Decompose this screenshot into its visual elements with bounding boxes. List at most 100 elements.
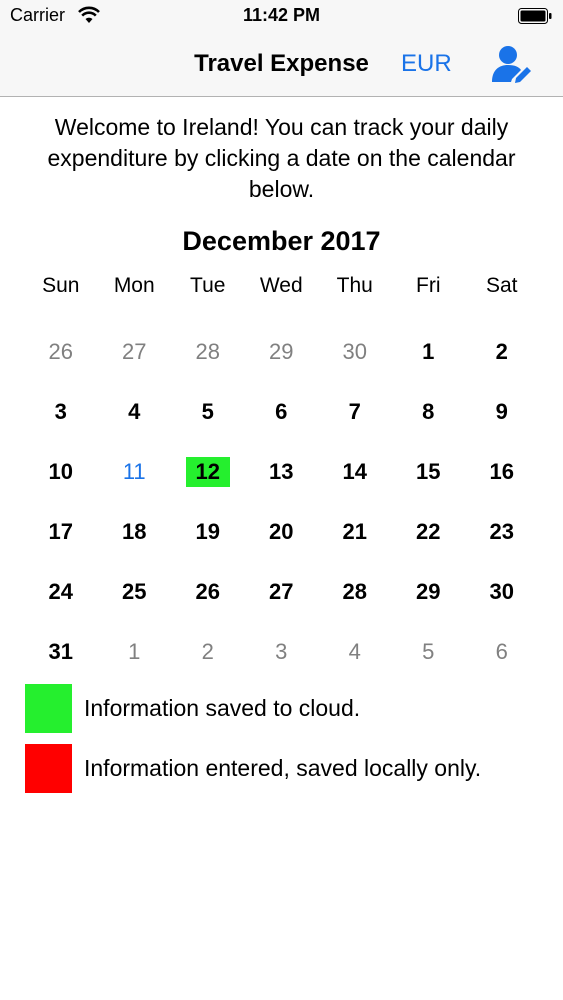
weekday-label: Tue (190, 274, 226, 297)
calendar-day-number: 25 (122, 579, 147, 604)
calendar-day[interactable]: 4 (318, 622, 392, 682)
calendar-day[interactable]: 28 (318, 562, 392, 622)
calendar-day[interactable]: 12 (171, 442, 245, 502)
calendar-week-row: 3 4 5 6 7 8 9 (24, 382, 539, 442)
calendar-day[interactable]: 29 (245, 322, 319, 382)
calendar-day[interactable]: 17 (24, 502, 98, 562)
calendar-day[interactable]: 26 (171, 562, 245, 622)
navigation-bar: Travel Expense EUR (0, 32, 563, 97)
calendar-day[interactable]: 8 (392, 382, 466, 442)
calendar-day[interactable]: 31 (24, 622, 98, 682)
calendar-day-number: 26 (195, 579, 220, 604)
calendar-day[interactable]: 1 (98, 622, 172, 682)
calendar-day[interactable]: 3 (24, 382, 98, 442)
cloud-saved-swatch (25, 684, 72, 733)
calendar-month-title: December 2017 (182, 226, 381, 256)
calendar-day[interactable]: 18 (98, 502, 172, 562)
calendar-day[interactable]: 4 (98, 382, 172, 442)
calendar-day[interactable]: 20 (245, 502, 319, 562)
calendar-day[interactable]: 16 (465, 442, 539, 502)
calendar-day-number: 11 (122, 459, 146, 484)
calendar-day-number: 6 (495, 639, 508, 664)
calendar-day-number: 27 (122, 339, 147, 364)
calendar-day-number: 23 (489, 519, 514, 544)
weekday-label: Sun (42, 274, 80, 297)
calendar-day[interactable]: 2 (465, 322, 539, 382)
legend: Information saved to cloud. Information … (25, 684, 481, 804)
calendar-day-number: 26 (48, 339, 73, 364)
clock: 11:42 PM (242, 5, 321, 25)
weekday-label: Wed (259, 274, 303, 297)
calendar-day[interactable]: 30 (465, 562, 539, 622)
legend-label: Information entered, saved locally only. (84, 755, 482, 781)
calendar-day[interactable]: 25 (98, 562, 172, 622)
calendar-day[interactable]: 1 (392, 322, 466, 382)
calendar-day[interactable]: 19 (171, 502, 245, 562)
calendar-day-number: 14 (342, 459, 367, 484)
calendar-day-number: 24 (48, 579, 73, 604)
calendar-day-number: 20 (269, 519, 294, 544)
calendar-day-number: 29 (269, 339, 294, 364)
local-saved-swatch (25, 744, 72, 793)
calendar-day-number: 5 (201, 399, 214, 424)
weekday-label: Fri (416, 274, 441, 297)
calendar-day-number: 28 (342, 579, 367, 604)
calendar-day[interactable]: 24 (24, 562, 98, 622)
calendar-day[interactable]: 13 (245, 442, 319, 502)
weekday-label: Thu (336, 274, 373, 297)
calendar-day-number: 28 (195, 339, 220, 364)
calendar-day[interactable]: 11 (98, 442, 172, 502)
calendar-day[interactable]: 7 (318, 382, 392, 442)
calendar-day-number: 13 (269, 459, 294, 484)
calendar-day[interactable]: 30 (318, 322, 392, 382)
calendar-week-row: 24 25 26 27 28 29 30 (24, 562, 539, 622)
calendar-day[interactable]: 26 (24, 322, 98, 382)
legend-label: Information saved to cloud. (84, 695, 361, 721)
weekday-label: Sat (485, 274, 518, 297)
calendar-day-number: 31 (48, 639, 73, 664)
calendar-day-number: 10 (48, 459, 73, 484)
calendar-day-number: 5 (422, 639, 435, 664)
calendar-day[interactable]: 22 (392, 502, 466, 562)
calendar-day-number: 22 (416, 519, 441, 544)
weekday-header: Sun Mon Tue Wed Thu Fri Sat (24, 274, 539, 298)
calendar-day[interactable]: 29 (392, 562, 466, 622)
calendar-day-number: 15 (416, 459, 441, 484)
calendar-day-number: 1 (422, 339, 435, 364)
calendar-day[interactable]: 27 (98, 322, 172, 382)
user-edit-icon[interactable] (490, 44, 534, 84)
calendar-day[interactable]: 28 (171, 322, 245, 382)
battery-icon (518, 8, 552, 24)
calendar-day-number: 7 (348, 399, 361, 424)
calendar-grid: 26 27 28 29 30 1 2 3 4 5 6 7 8 9 10 11 12 13 14 15 16 17 18 19 2… (24, 322, 539, 682)
calendar-day[interactable]: 6 (465, 622, 539, 682)
calendar-day[interactable]: 2 (171, 622, 245, 682)
currency-button[interactable]: EUR (401, 50, 452, 78)
calendar-day[interactable]: 10 (24, 442, 98, 502)
calendar-day-number: 3 (275, 639, 288, 664)
calendar-day[interactable]: 5 (171, 382, 245, 442)
calendar-day[interactable]: 9 (465, 382, 539, 442)
calendar-day[interactable]: 23 (465, 502, 539, 562)
calendar-day-number: 18 (122, 519, 147, 544)
calendar-day[interactable]: 27 (245, 562, 319, 622)
calendar-day[interactable]: 3 (245, 622, 319, 682)
calendar-day-number: 27 (269, 579, 294, 604)
calendar-day[interactable]: 21 (318, 502, 392, 562)
calendar-week-row: 17 18 19 20 21 22 23 (24, 502, 539, 562)
calendar-day-number: 3 (54, 399, 67, 424)
calendar-week-row: 31 1 2 3 4 5 6 (24, 622, 539, 682)
calendar-day-number: 17 (48, 519, 73, 544)
calendar-day-number: 8 (422, 399, 435, 424)
calendar-day-number: 4 (128, 399, 141, 424)
calendar-day-number: 2 (495, 339, 508, 364)
calendar-day[interactable]: 14 (318, 442, 392, 502)
calendar-day-number: 1 (128, 639, 141, 664)
calendar-day-number: 30 (342, 339, 367, 364)
page-title: Travel Expense (194, 50, 369, 77)
welcome-message: Welcome to Ireland! You can track your d… (47, 114, 516, 202)
calendar-day[interactable]: 15 (392, 442, 466, 502)
calendar-day-number: 30 (489, 579, 514, 604)
calendar-day[interactable]: 5 (392, 622, 466, 682)
calendar-day[interactable]: 6 (245, 382, 319, 442)
